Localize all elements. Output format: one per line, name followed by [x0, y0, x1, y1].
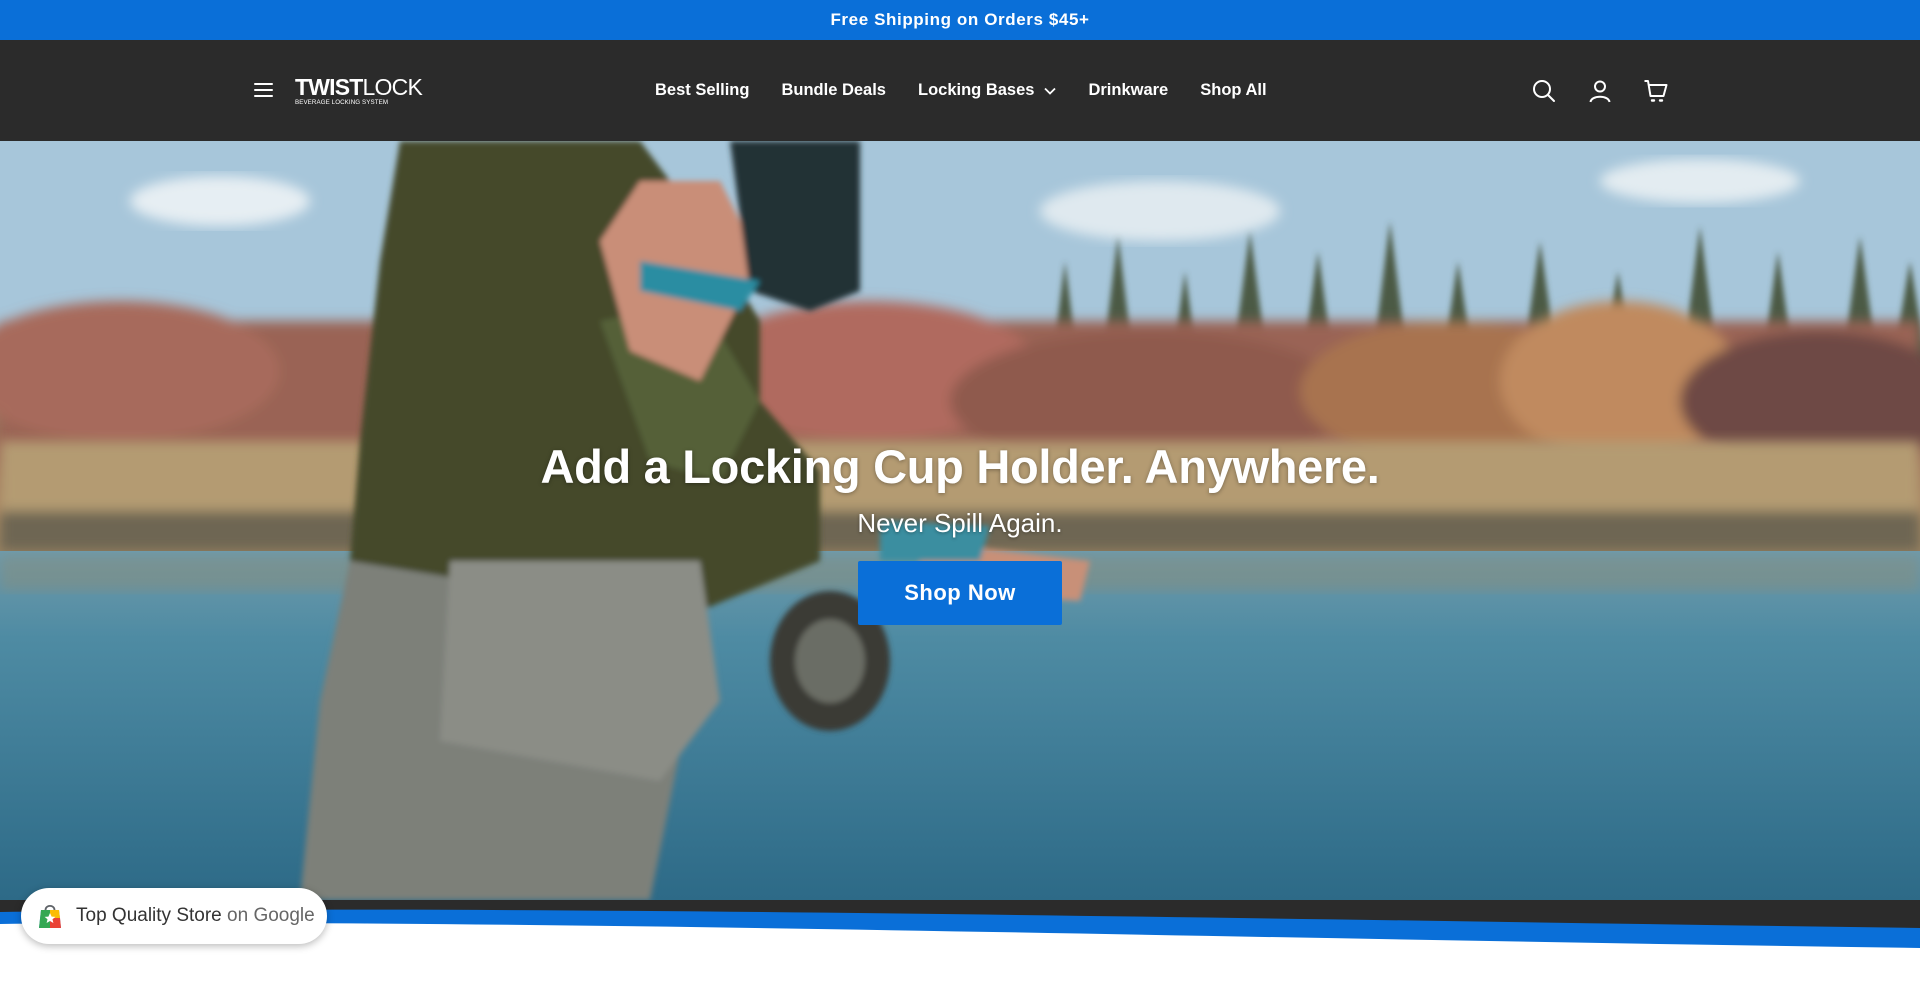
nav-best-selling[interactable]: Best Selling	[655, 81, 749, 100]
chevron-down-icon	[1044, 87, 1057, 95]
nav-shop-all[interactable]: Shop All	[1200, 81, 1266, 100]
site-header: TWISTLOCK BEVERAGE LOCKING SYSTEM Best S…	[0, 40, 1920, 141]
hero-banner: Add a Locking Cup Holder. Anywhere. Neve…	[0, 141, 1920, 900]
main-nav: Best Selling Bundle Deals Locking Bases …	[655, 40, 1267, 141]
menu-icon[interactable]	[252, 80, 276, 100]
hero-title: Add a Locking Cup Holder. Anywhere.	[540, 440, 1380, 493]
nav-drinkware[interactable]: Drinkware	[1088, 81, 1168, 100]
google-shopping-icon	[39, 904, 61, 928]
announcement-bar: Free Shipping on Orders $45+	[0, 0, 1920, 40]
badge-text: Top Quality Store on Google	[76, 905, 315, 926]
logo[interactable]: TWISTLOCK BEVERAGE LOCKING SYSTEM	[295, 74, 423, 107]
logo-wordmark: TWISTLOCK	[295, 74, 423, 100]
google-store-badge[interactable]: Top Quality Store on Google	[21, 888, 327, 944]
hero-subtitle: Never Spill Again.	[857, 508, 1063, 538]
cart-icon[interactable]	[1643, 78, 1669, 104]
announcement-text: Free Shipping on Orders $45+	[830, 10, 1090, 29]
hero-content: Add a Locking Cup Holder. Anywhere. Neve…	[0, 439, 1920, 625]
shop-now-button[interactable]: Shop Now	[858, 561, 1062, 625]
account-icon[interactable]	[1587, 78, 1613, 104]
search-icon[interactable]	[1531, 78, 1557, 104]
logo-tagline: BEVERAGE LOCKING SYSTEM	[295, 99, 389, 106]
nav-bundle-deals[interactable]: Bundle Deals	[781, 81, 886, 100]
nav-locking-bases[interactable]: Locking Bases	[918, 81, 1057, 100]
